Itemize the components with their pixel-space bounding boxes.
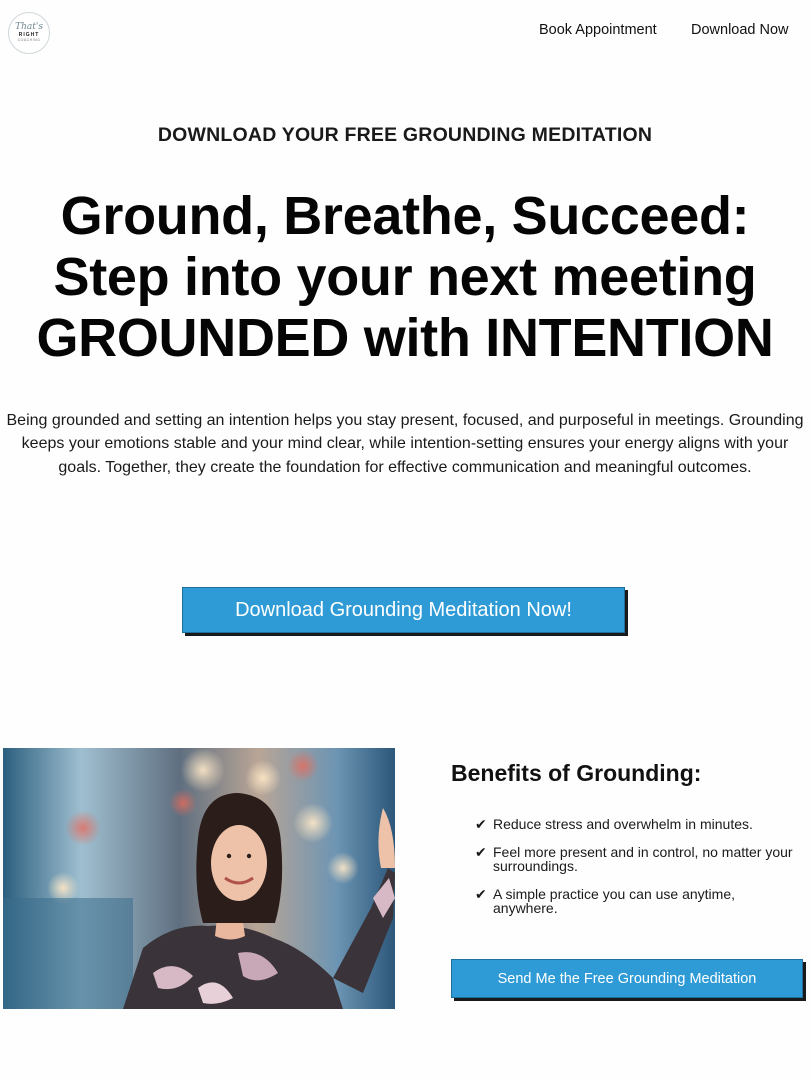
benefit-item: ✔ Feel more present and in control, no m… xyxy=(475,843,795,874)
download-meditation-button[interactable]: Download Grounding Meditation Now! xyxy=(182,587,625,633)
brand-logo[interactable]: That's RIGHT COACHING xyxy=(8,12,50,54)
benefit-item: ✔ A simple practice you can use anytime,… xyxy=(475,885,795,916)
nav-link-download-now[interactable]: Download Now xyxy=(691,22,789,38)
coach-photo-illustration xyxy=(3,748,395,1009)
nav-link-book-appointment[interactable]: Book Appointment xyxy=(539,22,657,38)
logo-script-text: That's xyxy=(15,22,43,32)
hero-headline: Ground, Breathe, Succeed: Step into your… xyxy=(0,186,810,369)
top-nav: That's RIGHT COACHING Book Appointment D… xyxy=(0,0,810,64)
benefits-title: Benefits of Grounding: xyxy=(451,760,702,786)
check-icon: ✔ xyxy=(475,816,487,832)
benefit-item: ✔ Reduce stress and overwhelm in minutes… xyxy=(475,817,795,832)
send-meditation-button[interactable]: Send Me the Free Grounding Meditation xyxy=(451,959,803,998)
benefits-list: ✔ Reduce stress and overwhelm in minutes… xyxy=(475,817,795,929)
benefit-text: Reduce stress and overwhelm in minutes. xyxy=(493,816,753,832)
headline-line-3: GROUNDED with INTENTION xyxy=(36,308,774,368)
logo-sub-text: COACHING xyxy=(17,38,41,42)
headline-line-1: Ground, Breathe, Succeed: xyxy=(60,186,750,246)
check-icon: ✔ xyxy=(475,843,487,860)
benefit-text: Feel more present and in control, no mat… xyxy=(493,843,793,874)
hero-description: Being grounded and setting an intention … xyxy=(6,412,804,476)
headline-line-2: Step into your next meeting xyxy=(53,247,757,307)
benefit-text: A simple practice you can use anytime, a… xyxy=(493,885,736,916)
hero-eyebrow: DOWNLOAD YOUR FREE GROUNDING MEDITATION xyxy=(157,124,653,146)
check-icon: ✔ xyxy=(475,885,487,902)
coach-photo xyxy=(3,748,395,1009)
